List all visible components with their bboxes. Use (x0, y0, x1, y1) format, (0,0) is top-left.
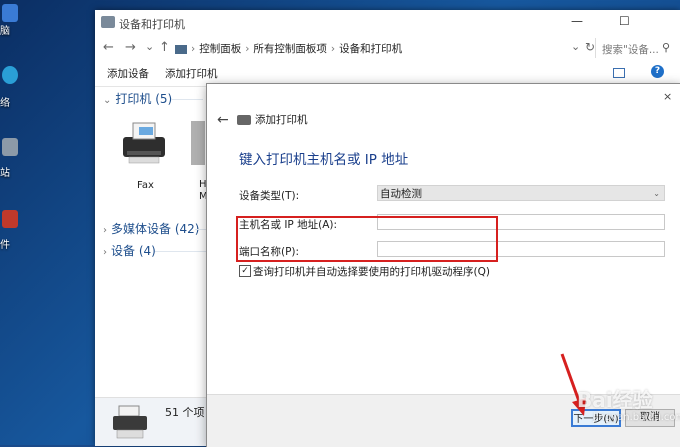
recycle-bin-icon (2, 138, 18, 156)
back-button[interactable]: ← (217, 112, 229, 128)
group-devices[interactable]: › 设备 (4) (103, 242, 156, 259)
group-printers[interactable]: ⌄ 打印机 (5) (103, 90, 172, 107)
breadcrumb-control-panel[interactable]: 控制面板 (199, 43, 241, 55)
group-multimedia[interactable]: › 多媒体设备 (42) (103, 220, 199, 237)
refresh-button[interactable]: ↻ (585, 40, 595, 54)
back-button[interactable]: ← (103, 40, 114, 55)
add-printer-button[interactable]: 添加打印机 (165, 66, 218, 81)
breadcrumb: › 控制面板 › 所有控制面板项 › 设备和打印机 (175, 41, 402, 56)
device-type-select[interactable]: 自动检测 ⌄ (377, 185, 665, 201)
watermark-url: jingyan.baidu.com (593, 412, 680, 423)
computer-icon (2, 4, 18, 22)
devices-printers-icon (101, 16, 115, 28)
chevron-right-icon: › (103, 247, 107, 258)
forward-button[interactable]: → (125, 40, 136, 55)
group-divider (155, 251, 207, 252)
group-label: 打印机 (5) (115, 92, 173, 106)
breadcrumb-all-items[interactable]: 所有控制面板项 (253, 43, 327, 55)
recent-dropdown-button[interactable]: ⌄ (145, 40, 154, 53)
desktop-recycle-bin-icon[interactable] (0, 138, 20, 156)
group-label: 设备 (4) (111, 244, 156, 258)
hp-printer-icon[interactable] (191, 121, 205, 165)
change-view-icon[interactable] (613, 68, 625, 78)
chevron-right-icon: › (103, 225, 107, 236)
search-input[interactable]: 搜索"设备... ⚲ (595, 38, 678, 58)
query-printer-checkbox[interactable]: ✓ (239, 265, 251, 277)
device-type-label: 设备类型(T): (239, 190, 300, 202)
desktop-app-icon[interactable] (0, 210, 20, 228)
desktop-label: 站 (0, 168, 10, 179)
control-panel-icon (175, 44, 187, 54)
close-button[interactable]: × (663, 90, 672, 103)
chevron-down-icon: ⌄ (103, 95, 112, 106)
device-type-value: 自动检测 (380, 188, 422, 200)
desktop-network-icon[interactable] (0, 66, 20, 84)
printer-label[interactable]: Fax (137, 180, 154, 191)
printer-icon (113, 405, 147, 439)
query-printer-label[interactable]: 查询打印机并自动选择要使用的打印机驱动程序(Q) (253, 264, 490, 279)
maximize-button[interactable]: ☐ (619, 14, 630, 28)
title-bar[interactable]: 设备和打印机 — ☐ (95, 10, 680, 36)
desktop-computer-icon[interactable] (0, 4, 20, 22)
desktop-label: 件 (0, 240, 10, 251)
chevron-down-icon: ⌄ (653, 189, 660, 198)
group-divider (171, 99, 203, 100)
page-heading: 键入打印机主机名或 IP 地址 (239, 152, 409, 168)
address-bar: ← → ⌄ ↑ › 控制面板 › 所有控制面板项 › 设备和打印机 ⌄ ↻ 搜索"设备..… (95, 38, 680, 60)
search-placeholder: 搜索"设备... (602, 44, 659, 56)
address-dropdown-button[interactable]: ⌄ (571, 40, 580, 53)
desktop-label: 脑 (0, 26, 10, 37)
minimize-button[interactable]: — (571, 14, 583, 28)
help-button[interactable]: ? (651, 65, 664, 78)
dialog-title: 添加打印机 (255, 114, 308, 126)
up-button[interactable]: ↑ (159, 40, 170, 55)
group-label: 多媒体设备 (42) (111, 222, 200, 236)
breadcrumb-devices-printers[interactable]: 设备和打印机 (339, 43, 402, 55)
add-device-button[interactable]: 添加设备 (107, 66, 149, 81)
printer-icon (237, 115, 251, 125)
highlight-box (236, 216, 498, 262)
network-icon (2, 66, 18, 84)
window-title: 设备和打印机 (119, 18, 185, 31)
app-icon (2, 210, 18, 228)
watermark-text: Bai经验 (577, 388, 653, 412)
fax-printer-icon[interactable] (117, 117, 172, 167)
desktop-label: 络 (0, 98, 10, 109)
search-icon: ⚲ (662, 41, 671, 54)
watermark: Bai经验 jingyan.baidu.com (545, 378, 680, 438)
